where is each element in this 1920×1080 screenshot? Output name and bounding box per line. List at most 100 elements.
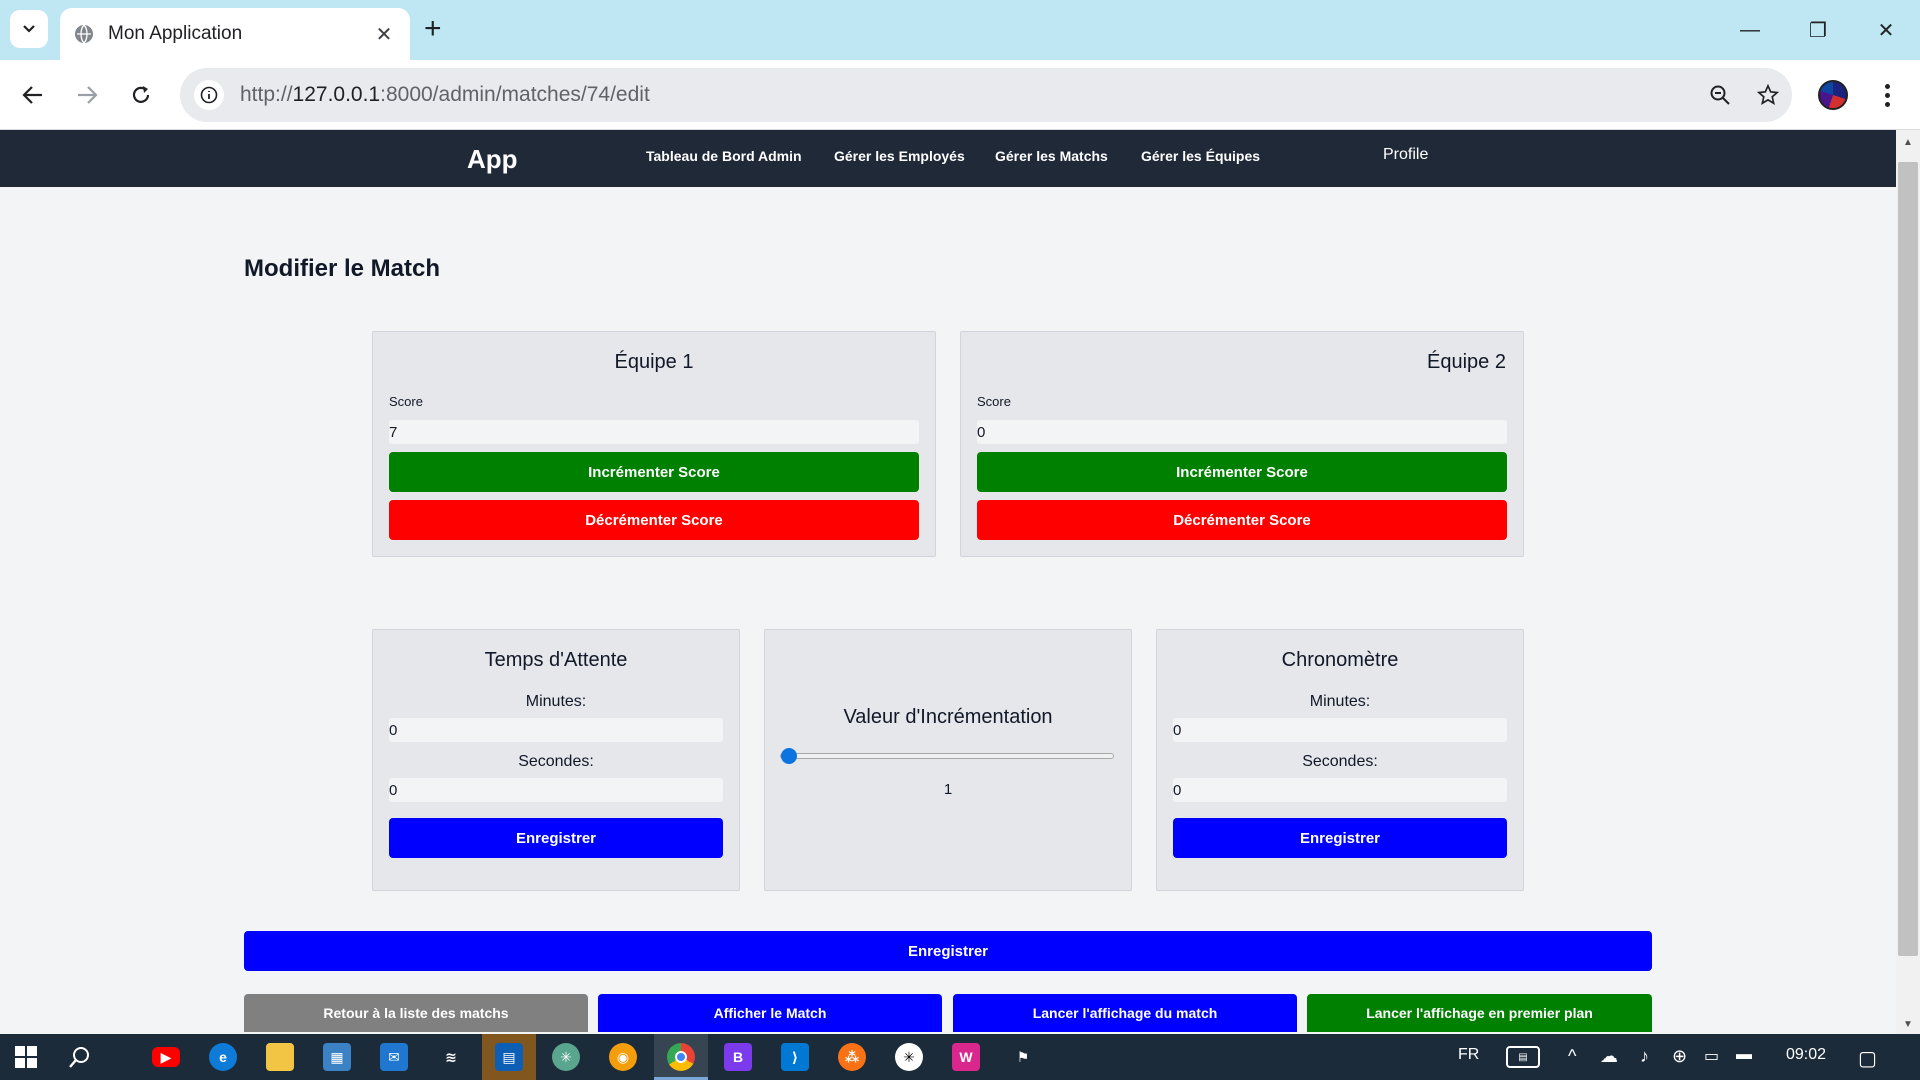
- minimize-icon[interactable]: —: [1716, 0, 1784, 60]
- launch-foreground-button[interactable]: Lancer l'affichage en premier plan: [1307, 994, 1652, 1032]
- wamp-icon[interactable]: W: [952, 1043, 980, 1071]
- show-match-button[interactable]: Afficher le Match: [598, 994, 942, 1032]
- arrow-left-icon: [22, 86, 42, 104]
- language-indicator[interactable]: FR: [1458, 1046, 1479, 1064]
- chevron-up-icon[interactable]: ^: [1568, 1046, 1576, 1067]
- openai-icon[interactable]: ✳: [895, 1043, 923, 1071]
- close-window-icon[interactable]: ✕: [1852, 0, 1920, 60]
- team2-score-label: Score: [977, 394, 1011, 409]
- increment-value-text: 1: [943, 781, 953, 798]
- increment-title: Valeur d'Incrémentation: [843, 706, 1053, 728]
- reload-button[interactable]: [124, 78, 158, 112]
- reload-icon: [132, 86, 150, 103]
- youtube-icon[interactable]: ▶: [152, 1047, 180, 1067]
- nav-link-profile[interactable]: Profile: [1383, 146, 1428, 164]
- zoom-icon[interactable]: [1696, 84, 1744, 106]
- wait-minutes-input[interactable]: 0: [389, 718, 723, 742]
- camera-icon[interactable]: ▭: [1704, 1046, 1719, 1066]
- increment-card: [764, 629, 1132, 891]
- browser-tabstrip: Mon Application ✕ + — ❐ ✕: [0, 0, 1920, 60]
- active-app-icon[interactable]: ▤: [495, 1043, 523, 1071]
- wait-seconds-label: Secondes:: [518, 753, 594, 770]
- restore-icon[interactable]: ❐: [1784, 0, 1852, 60]
- wait-seconds-input[interactable]: 0: [389, 778, 723, 802]
- chrono-minutes-input[interactable]: 0: [1173, 718, 1507, 742]
- clock[interactable]: 09:02: [1786, 1046, 1826, 1064]
- vscode-icon[interactable]: ⟩: [781, 1043, 809, 1071]
- launch-display-button[interactable]: Lancer l'affichage du match: [953, 994, 1297, 1032]
- app-navbar: App Tableau de Bord Admin Gérer les Empl…: [0, 130, 1896, 187]
- arrow-right-icon: [78, 86, 98, 104]
- chrono-title: Chronomètre: [1281, 649, 1399, 671]
- team1-score-label: Score: [389, 394, 423, 409]
- xampp-icon[interactable]: ⁂: [838, 1043, 866, 1071]
- team1-score-input[interactable]: 7: [389, 420, 919, 444]
- back-to-matches-button[interactable]: Retour à la liste des matchs: [244, 994, 588, 1032]
- save-match-button[interactable]: Enregistrer: [244, 931, 1652, 971]
- new-tab-button[interactable]: +: [424, 12, 442, 46]
- page-title: Modifier le Match: [244, 255, 441, 282]
- team2-increment-button[interactable]: Incrémenter Score: [977, 452, 1507, 492]
- increment-slider-track[interactable]: [780, 753, 1114, 759]
- forward-button[interactable]: [70, 78, 104, 112]
- chatgpt-icon[interactable]: ✳: [552, 1043, 580, 1071]
- url-text[interactable]: http://127.0.0.1:8000/admin/matches/74/e…: [240, 83, 1696, 107]
- nav-link-teams[interactable]: Gérer les Équipes: [1141, 148, 1260, 164]
- app-launcher-icon[interactable]: ≋: [437, 1043, 465, 1071]
- pinned-app-icon[interactable]: ⚑: [1009, 1043, 1037, 1071]
- close-icon[interactable]: ✕: [372, 22, 396, 47]
- chrono-seconds-input[interactable]: 0: [1173, 778, 1507, 802]
- url-host: 127.0.0.1: [292, 83, 381, 106]
- edge-icon[interactable]: e: [209, 1043, 237, 1071]
- mail-icon[interactable]: ✉: [380, 1043, 408, 1071]
- team2-decrement-button[interactable]: Décrémenter Score: [977, 500, 1507, 540]
- nav-link-employees[interactable]: Gérer les Employés: [834, 148, 965, 164]
- increment-slider-thumb[interactable]: [781, 748, 797, 764]
- scrollbar-thumb[interactable]: [1898, 162, 1918, 956]
- chrome-icon[interactable]: [667, 1043, 695, 1071]
- windows-start-icon[interactable]: [12, 1043, 40, 1071]
- cloud-icon[interactable]: ☁: [1600, 1046, 1618, 1067]
- profile-avatar[interactable]: [1818, 80, 1848, 110]
- scroll-up-icon[interactable]: ▲: [1896, 132, 1920, 152]
- notifications-icon[interactable]: ▢: [1858, 1046, 1877, 1071]
- url-prefix: http://: [240, 83, 293, 106]
- network-icon[interactable]: ⊕: [1672, 1046, 1687, 1067]
- info-icon[interactable]: [194, 80, 224, 110]
- team1-title: Équipe 1: [614, 351, 694, 373]
- star-icon[interactable]: [1744, 84, 1792, 106]
- browser-menu-icon[interactable]: [1872, 78, 1902, 112]
- file-explorer-icon[interactable]: [266, 1043, 294, 1071]
- team2-score-input[interactable]: 0: [977, 420, 1507, 444]
- url-path: :8000/admin/matches/74/edit: [380, 83, 650, 106]
- brand-logo[interactable]: App: [467, 144, 518, 175]
- scroll-down-icon[interactable]: ▼: [1896, 1014, 1920, 1034]
- nav-link-dashboard[interactable]: Tableau de Bord Admin: [646, 148, 802, 164]
- store-icon[interactable]: ▦: [323, 1043, 351, 1071]
- chrono-save-button[interactable]: Enregistrer: [1173, 818, 1507, 858]
- tab-search-button[interactable]: [10, 10, 48, 48]
- window-controls: — ❐ ✕: [1716, 0, 1920, 60]
- wait-time-title: Temps d'Attente: [484, 649, 628, 671]
- back-button[interactable]: [16, 78, 50, 112]
- team1-decrement-button[interactable]: Décrémenter Score: [389, 500, 919, 540]
- volume-icon[interactable]: ♪: [1640, 1046, 1649, 1067]
- chrono-minutes-label: Minutes:: [1309, 693, 1371, 710]
- chrono-seconds-label: Secondes:: [1302, 753, 1378, 770]
- globe-icon: [75, 24, 93, 44]
- news-icon[interactable]: ▤: [1506, 1046, 1540, 1068]
- vpn-icon[interactable]: ◉: [609, 1043, 637, 1071]
- wait-time-save-button[interactable]: Enregistrer: [389, 818, 723, 858]
- team1-increment-button[interactable]: Incrémenter Score: [389, 452, 919, 492]
- address-bar[interactable]: http://127.0.0.1:8000/admin/matches/74/e…: [180, 68, 1792, 122]
- battery-icon[interactable]: ▬: [1736, 1046, 1752, 1064]
- browser-toolbar: http://127.0.0.1:8000/admin/matches/74/e…: [0, 60, 1920, 130]
- bootstrap-icon[interactable]: B: [724, 1043, 752, 1071]
- chevron-down-icon: [23, 25, 35, 33]
- team2-title: Équipe 2: [1427, 351, 1506, 373]
- browser-tab[interactable]: Mon Application ✕: [60, 8, 410, 60]
- search-icon[interactable]: [66, 1043, 94, 1071]
- windows-taskbar: ▶ e ▦ ✉ ≋ ▤ ✳ ◉ B ⟩ ⁂ ✳ W ⚑ FR ▤ ^ ☁ ♪ ⊕…: [0, 1034, 1920, 1080]
- wait-minutes-label: Minutes:: [525, 693, 587, 710]
- nav-link-matches[interactable]: Gérer les Matchs: [995, 148, 1108, 164]
